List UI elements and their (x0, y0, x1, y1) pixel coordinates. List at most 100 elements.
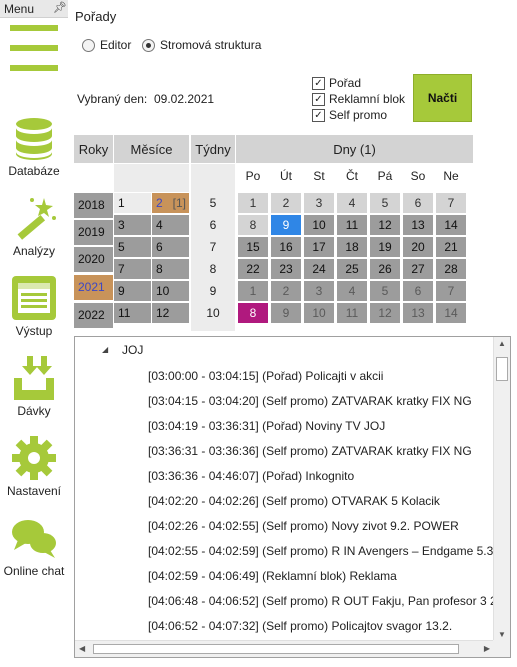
day-cell[interactable]: 5 (370, 281, 400, 301)
day-cell[interactable]: 1 (238, 281, 268, 301)
tree-item[interactable]: [04:02:59 - 04:06:49] (Reklamní blok) Re… (148, 569, 397, 583)
day-cell[interactable]: 8 (238, 303, 268, 323)
day-cell[interactable]: 12 (370, 303, 400, 323)
day-cell[interactable]: 9 (271, 215, 301, 235)
collapse-triangle-icon[interactable]: ◢ (102, 346, 110, 354)
day-cell[interactable]: 20 (403, 237, 433, 257)
day-cell[interactable]: 25 (337, 259, 367, 279)
day-cell[interactable]: 11 (337, 303, 367, 323)
scroll-thumb[interactable] (496, 357, 508, 381)
week-cell[interactable]: 7 (191, 237, 235, 257)
year-cell[interactable]: 2019 (74, 220, 113, 245)
program-tree[interactable]: ◢ JOJ [03:00:00 - 03:04:15] (Pořad) Poli… (74, 336, 511, 658)
day-cell[interactable]: 18 (337, 237, 367, 257)
check-icon[interactable]: ✓ (312, 108, 325, 122)
year-cell[interactable]: 2020 (74, 247, 113, 272)
month-cell[interactable]: 4 (152, 215, 189, 235)
day-cell[interactable]: 3 (304, 193, 334, 213)
radio-editor[interactable]: Editor (82, 38, 131, 52)
month-cell[interactable]: 2 [1] (152, 193, 189, 213)
week-cell[interactable]: 8 (191, 259, 235, 279)
scroll-right-icon[interactable]: ▶ (484, 644, 490, 653)
day-cell[interactable]: 14 (436, 303, 466, 323)
radio-button[interactable] (142, 38, 155, 52)
tree-item[interactable]: [03:00:00 - 03:04:15] (Pořad) Policajti … (148, 369, 383, 383)
week-cell[interactable]: 9 (191, 281, 235, 301)
day-cell[interactable]: 8 (238, 215, 268, 235)
day-cell[interactable]: 10 (304, 303, 334, 323)
day-cell[interactable]: 23 (271, 259, 301, 279)
sidebar-item-davky[interactable]: Dávky (0, 354, 68, 418)
day-cell[interactable]: 13 (403, 215, 433, 235)
tree-item[interactable]: [04:02:26 - 04:02:55] (Self promo) Novy … (148, 519, 459, 533)
horizontal-scrollbar[interactable]: ◀ ▶ (75, 640, 494, 657)
day-cell[interactable]: 16 (271, 237, 301, 257)
tree-item[interactable]: [03:04:15 - 03:04:20] (Self promo) ZATVA… (148, 394, 472, 408)
sidebar-item-vystup[interactable]: Výstup (0, 274, 68, 338)
month-cell[interactable]: 5 (114, 237, 151, 257)
day-cell[interactable]: 9 (271, 303, 301, 323)
scroll-up-icon[interactable]: ▲ (498, 339, 506, 348)
check-icon[interactable]: ✓ (312, 76, 325, 90)
month-cell[interactable]: 12 (152, 303, 189, 323)
day-cell[interactable]: 2 (271, 193, 301, 213)
day-cell[interactable]: 4 (337, 281, 367, 301)
scroll-down-icon[interactable]: ▼ (498, 630, 506, 639)
checkbox-porad[interactable]: ✓ Pořad (312, 76, 361, 90)
sidebar-item-databaze[interactable]: Databáze (0, 114, 68, 178)
day-cell[interactable]: 13 (403, 303, 433, 323)
day-cell[interactable]: 15 (238, 237, 268, 257)
tree-item[interactable]: [04:06:52 - 04:07:32] (Self promo) Polic… (148, 619, 452, 633)
day-cell[interactable]: 10 (304, 215, 334, 235)
day-cell[interactable]: 5 (370, 193, 400, 213)
day-cell[interactable]: 7 (436, 281, 466, 301)
day-cell[interactable]: 6 (403, 281, 433, 301)
day-cell[interactable]: 24 (304, 259, 334, 279)
vertical-scrollbar[interactable]: ▲ ▼ (493, 337, 510, 641)
month-cell[interactable]: 8 (152, 259, 189, 279)
scroll-thumb[interactable] (93, 644, 459, 654)
load-button[interactable]: Načti (413, 74, 472, 122)
tree-item[interactable]: [03:36:31 - 03:36:36] (Self promo) ZATVA… (148, 444, 472, 458)
day-cell[interactable]: 22 (238, 259, 268, 279)
tree-item[interactable]: [04:02:55 - 04:02:59] (Self promo) R IN … (148, 544, 497, 558)
day-cell[interactable]: 4 (337, 193, 367, 213)
month-cell[interactable]: 3 (114, 215, 151, 235)
day-cell[interactable]: 27 (403, 259, 433, 279)
day-cell[interactable]: 6 (403, 193, 433, 213)
pin-icon[interactable]: 📌︎ (53, 1, 67, 14)
month-cell[interactable]: 1 (114, 193, 151, 213)
week-cell[interactable]: 6 (191, 215, 235, 235)
tree-item[interactable]: [04:02:20 - 04:02:26] (Self promo) OTVAR… (148, 494, 440, 508)
week-cell[interactable]: 10 (191, 303, 235, 323)
checkbox-reklamni-blok[interactable]: ✓ Reklamní blok (312, 92, 405, 106)
day-cell[interactable]: 3 (304, 281, 334, 301)
year-cell[interactable]: 2022 (74, 303, 113, 328)
month-cell[interactable]: 9 (114, 281, 151, 301)
month-cell[interactable]: 10 (152, 281, 189, 301)
month-cell[interactable]: 6 (152, 237, 189, 257)
tree-item[interactable]: [04:06:48 - 04:06:52] (Self promo) R OUT… (148, 594, 503, 608)
day-cell[interactable]: 2 (271, 281, 301, 301)
year-cell[interactable]: 2021 (74, 275, 113, 300)
tree-item[interactable]: [03:04:19 - 03:36:31] (Pořad) Noviny TV … (148, 419, 385, 433)
checkbox-self-promo[interactable]: ✓ Self promo (312, 108, 387, 122)
scroll-left-icon[interactable]: ◀ (79, 644, 85, 653)
day-cell[interactable]: 26 (370, 259, 400, 279)
day-cell[interactable]: 12 (370, 215, 400, 235)
day-cell[interactable]: 11 (337, 215, 367, 235)
month-cell[interactable]: 11 (114, 303, 151, 323)
day-cell[interactable]: 28 (436, 259, 466, 279)
radio-tree-structure[interactable]: Stromová struktura (142, 38, 261, 52)
day-cell[interactable]: 21 (436, 237, 466, 257)
radio-button[interactable] (82, 38, 95, 52)
day-cell[interactable]: 17 (304, 237, 334, 257)
month-cell[interactable]: 7 (114, 259, 151, 279)
sidebar-item-analyzy[interactable]: Analýzy (0, 194, 68, 258)
tree-root-row[interactable]: ◢ JOJ (102, 343, 143, 357)
sidebar-item-online-chat[interactable]: Online chat (0, 514, 68, 578)
check-icon[interactable]: ✓ (312, 92, 325, 106)
hamburger-menu-icon[interactable] (10, 25, 58, 71)
day-cell[interactable]: 1 (238, 193, 268, 213)
day-cell[interactable]: 19 (370, 237, 400, 257)
